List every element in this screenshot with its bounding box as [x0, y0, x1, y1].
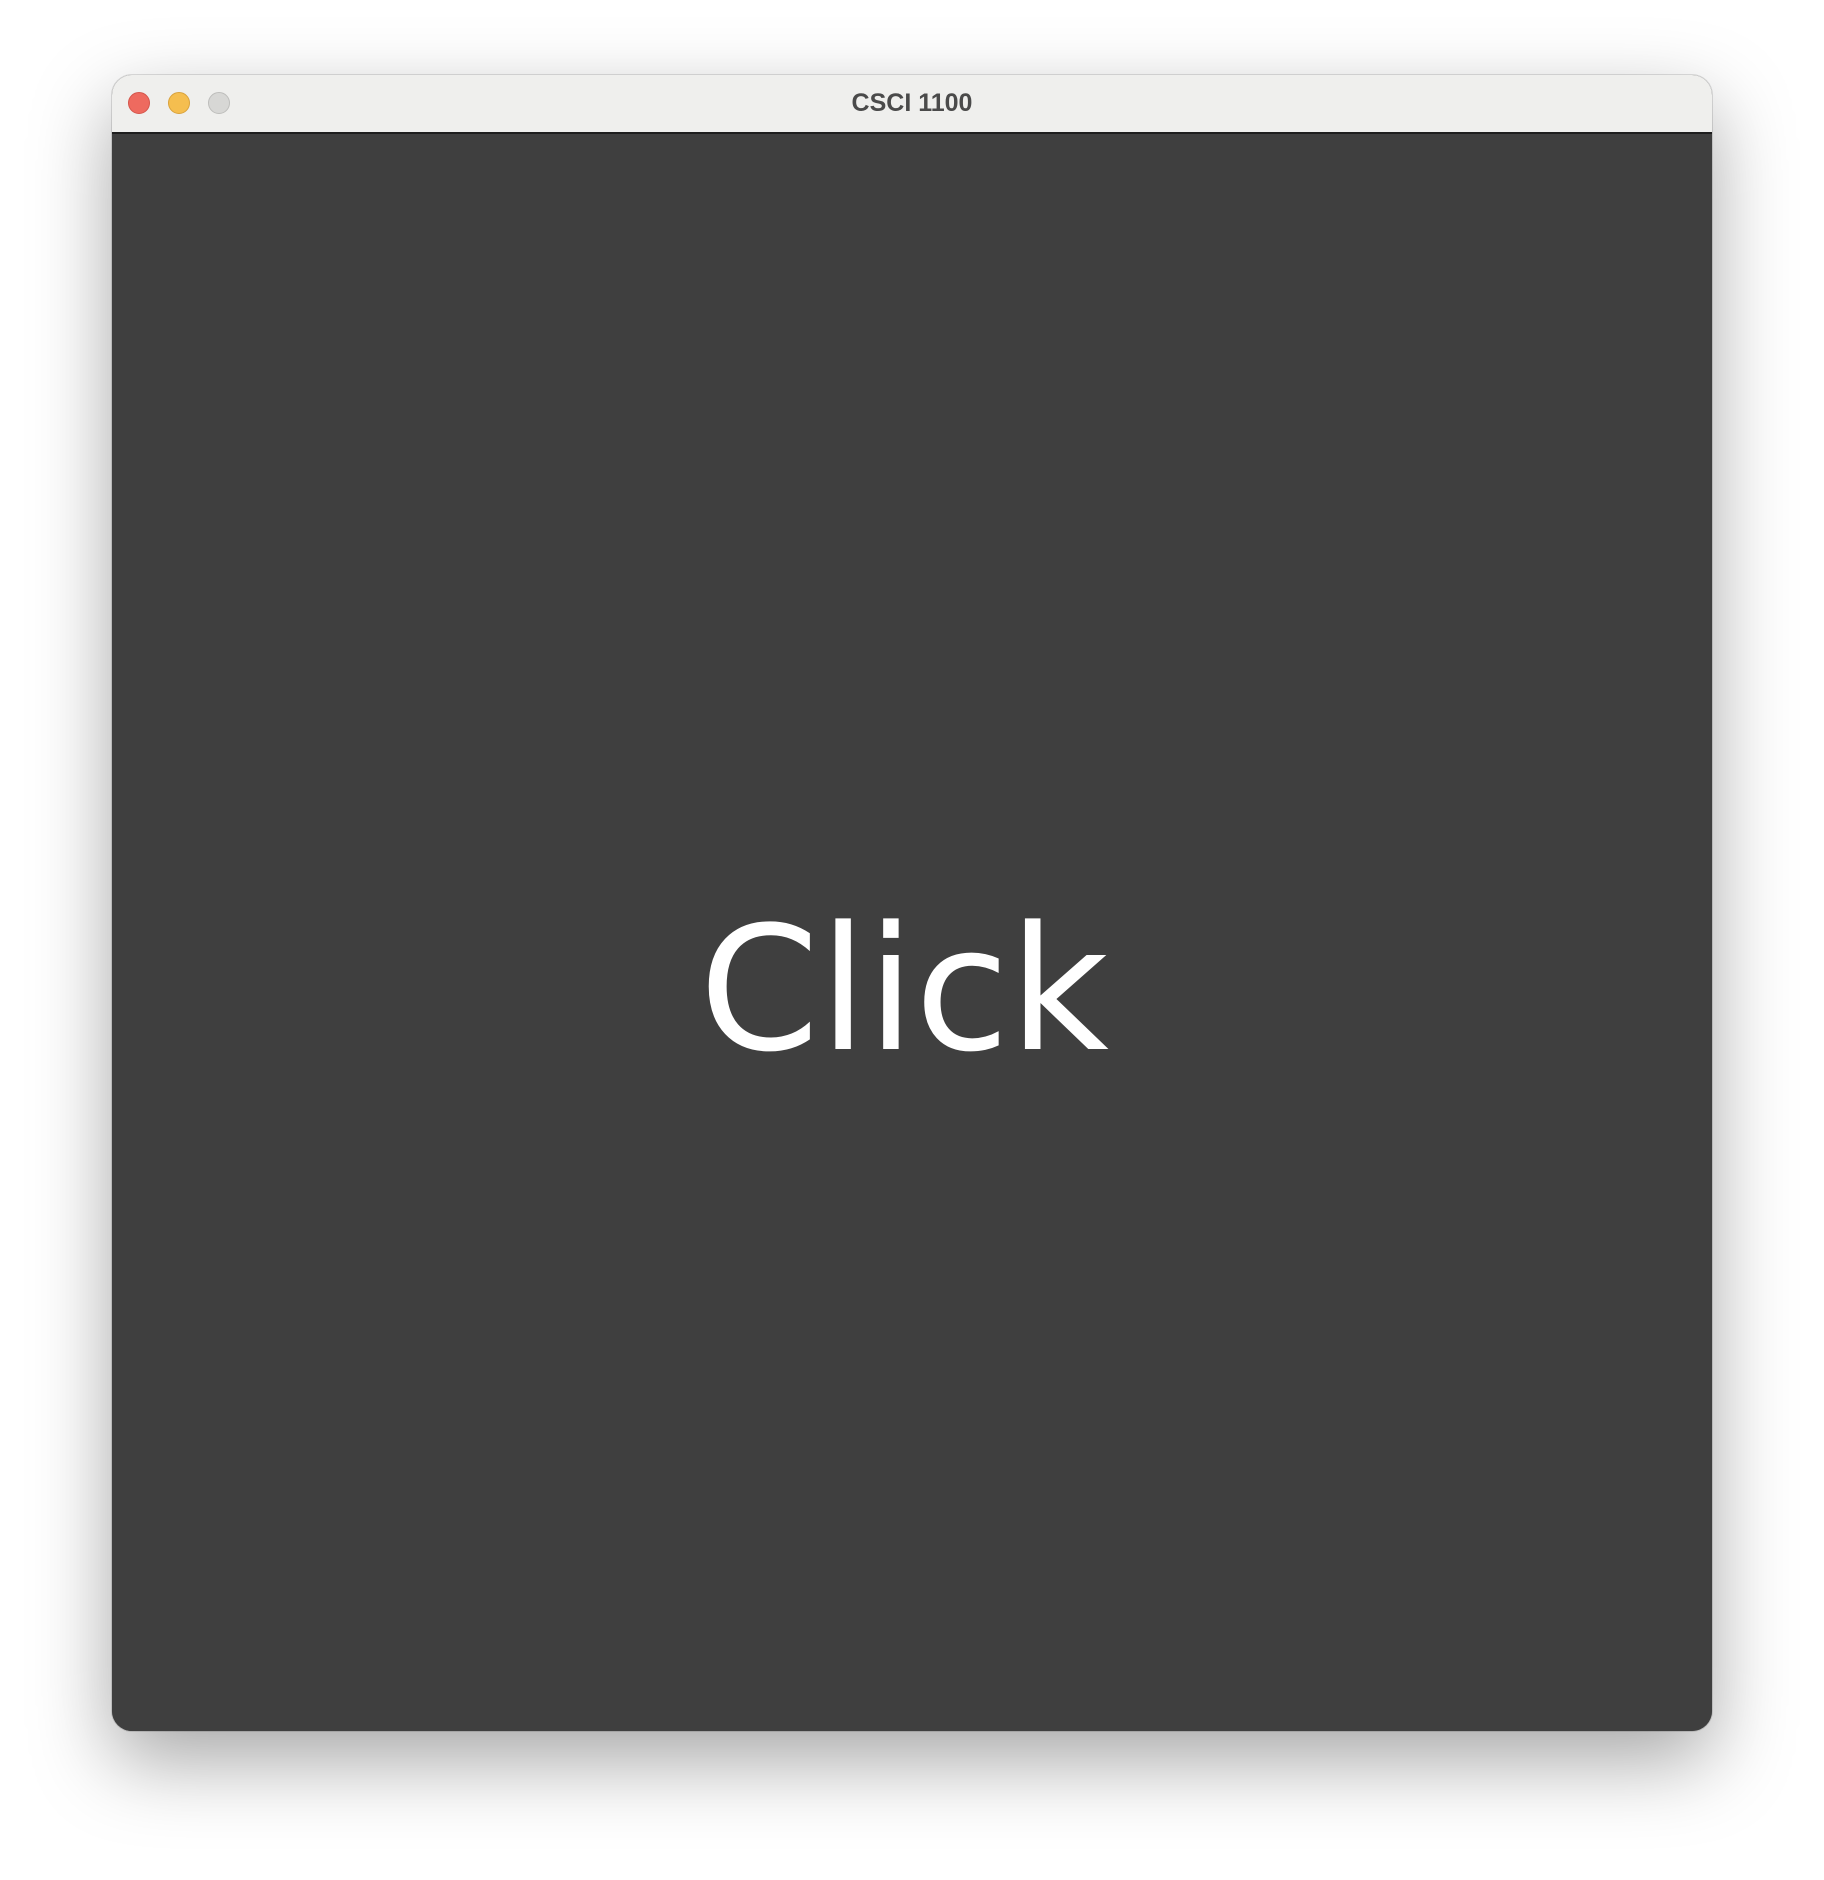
app-window: CSCI 1100 Click: [112, 75, 1712, 1731]
window-title: CSCI 1100: [851, 89, 973, 117]
canvas-area[interactable]: Click: [112, 134, 1712, 1731]
click-label: Click: [699, 889, 1109, 1090]
title-bar[interactable]: CSCI 1100: [112, 75, 1712, 134]
